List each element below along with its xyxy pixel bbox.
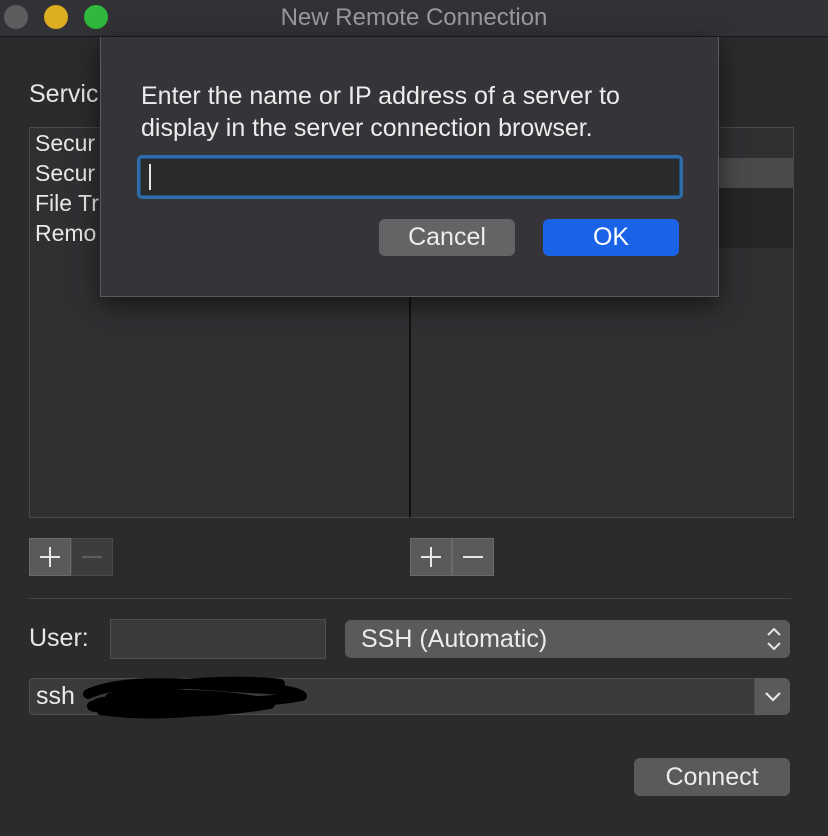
command-value: ssh — [36, 682, 75, 710]
minus-icon — [463, 556, 483, 558]
ok-button[interactable]: OK — [543, 219, 679, 256]
plus-icon — [421, 547, 441, 567]
protocol-popup[interactable]: SSH (Automatic) — [345, 620, 790, 658]
window-title: New Remote Connection — [280, 4, 548, 31]
updown-chevron-icon — [767, 627, 781, 651]
sheet-message: Enter the name or IP address of a server… — [141, 82, 620, 142]
redaction-scribble — [83, 676, 307, 719]
user-label: User: — [29, 624, 89, 652]
add-service-button[interactable] — [29, 538, 71, 576]
remove-service-button[interactable] — [71, 538, 113, 576]
remove-server-button[interactable] — [452, 538, 494, 576]
server-address-input[interactable] — [137, 155, 683, 199]
server-add-remove-control — [410, 538, 494, 576]
connect-button[interactable]: Connect — [634, 758, 790, 796]
add-server-sheet: Enter the name or IP address of a server… — [100, 37, 719, 297]
protocol-value: SSH (Automatic) — [361, 625, 548, 653]
user-input[interactable] — [110, 619, 326, 659]
service-add-remove-control — [29, 538, 113, 576]
chevron-down-icon — [764, 691, 781, 702]
service-label: Servic — [29, 80, 99, 108]
add-server-button[interactable] — [410, 538, 452, 576]
divider — [29, 598, 791, 599]
plus-icon — [40, 547, 60, 567]
cancel-button[interactable]: Cancel — [379, 219, 515, 256]
command-dropdown-button[interactable] — [755, 678, 790, 715]
text-caret — [149, 164, 151, 190]
title-bar: New Remote Connection — [0, 0, 828, 37]
minus-icon — [82, 556, 102, 558]
